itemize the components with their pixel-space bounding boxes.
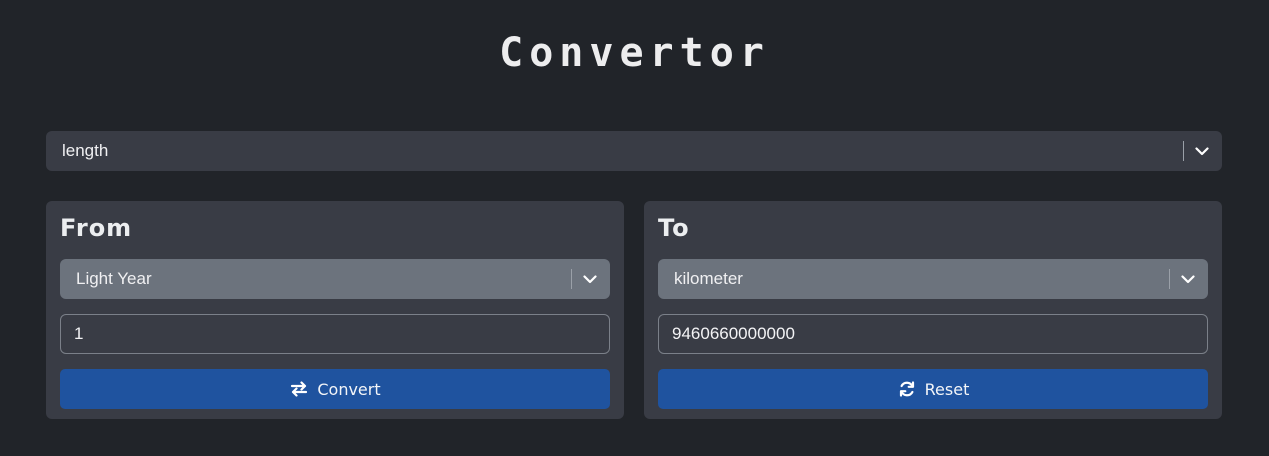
select-divider <box>571 269 572 289</box>
swap-arrows-icon <box>289 379 309 399</box>
from-value-input[interactable] <box>60 314 610 354</box>
chevron-down-icon[interactable] <box>1176 267 1200 291</box>
chevron-down-icon[interactable] <box>1190 139 1214 163</box>
from-heading: From <box>60 214 133 242</box>
reset-button-label: Reset <box>924 379 970 399</box>
to-heading: To <box>658 214 690 242</box>
select-divider <box>1183 141 1184 161</box>
to-panel: To kilometer Reset <box>644 201 1222 419</box>
convert-button-label: Convert <box>317 379 381 399</box>
chevron-down-icon[interactable] <box>578 267 602 291</box>
convert-button[interactable]: Convert <box>60 369 610 409</box>
category-select-value: length <box>62 141 109 160</box>
to-value-input[interactable] <box>658 314 1208 354</box>
from-unit-select[interactable]: Light Year <box>60 259 610 299</box>
page-title: Convertor <box>499 30 770 76</box>
select-divider <box>1169 269 1170 289</box>
from-panel: From Light Year Convert <box>46 201 624 419</box>
reset-button[interactable]: Reset <box>658 369 1208 409</box>
category-select[interactable]: length <box>46 131 1222 171</box>
refresh-icon <box>897 379 917 399</box>
to-unit-value: kilometer <box>674 269 743 288</box>
to-unit-select[interactable]: kilometer <box>658 259 1208 299</box>
from-unit-value: Light Year <box>76 269 152 288</box>
